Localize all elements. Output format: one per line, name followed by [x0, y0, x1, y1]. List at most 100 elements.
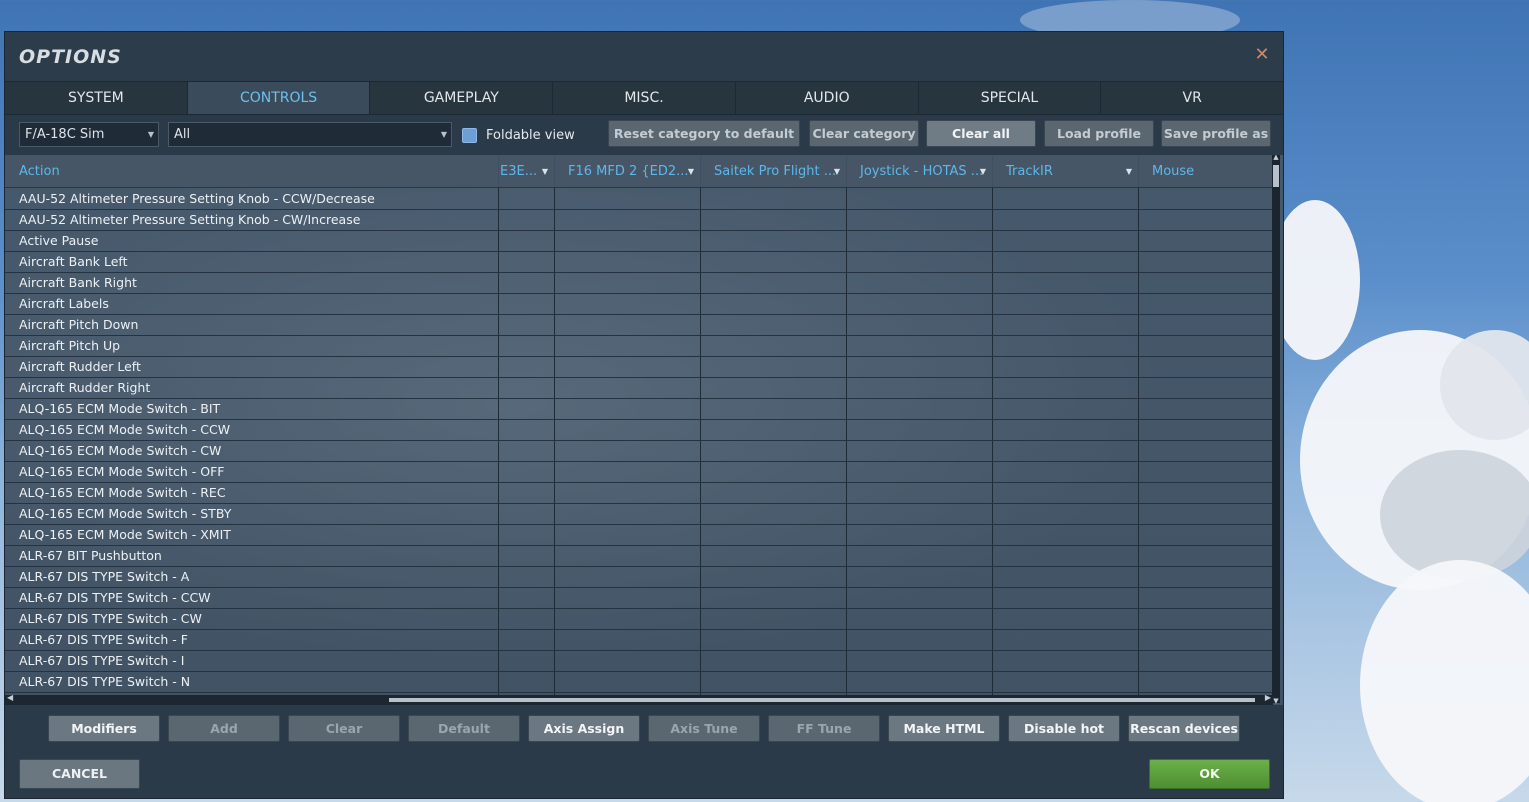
controls-toolbar: F/A-18C Sim ▼ All ▼ Foldable view Reset …: [5, 115, 1283, 153]
chevron-down-icon: ▼: [687, 167, 694, 176]
table-row[interactable]: ALR-67 DIS TYPE Switch - N: [5, 672, 1273, 693]
table-row[interactable]: ALQ-165 ECM Mode Switch - REC: [5, 483, 1273, 504]
disable-hot-plug-button[interactable]: Disable hot plug: [1008, 715, 1120, 761]
table-row[interactable]: ALQ-165 ECM Mode Switch - CW: [5, 441, 1273, 462]
reset-category-button[interactable]: Reset category to default: [608, 120, 800, 147]
column-header-device-5[interactable]: TrackIR ▼: [992, 155, 1138, 188]
tab-audio[interactable]: AUDIO: [736, 82, 919, 114]
table-row[interactable]: ALQ-165 ECM Mode Switch - OFF: [5, 462, 1273, 483]
scroll-down-icon[interactable]: ▼: [1272, 697, 1280, 705]
action-name: ALQ-165 ECM Mode Switch - BIT: [19, 401, 221, 416]
dialog-footer: CANCEL OK: [5, 748, 1283, 798]
axis-tune-button[interactable]: Axis Tune: [648, 715, 760, 742]
action-name: ALR-67 DIS TYPE Switch - I: [19, 653, 185, 668]
action-name: Aircraft Pitch Up: [19, 338, 121, 353]
action-name: AAU-52 Altimeter Pressure Setting Knob -…: [19, 212, 361, 227]
table-row[interactable]: ALR-67 BIT Pushbutton: [5, 546, 1273, 567]
action-name: Aircraft Pitch Down: [19, 317, 139, 332]
ok-button[interactable]: OK: [1149, 759, 1270, 789]
table-row[interactable]: ALR-67 DIS TYPE Switch - CCW: [5, 588, 1273, 609]
column-header-label: F16 MFD 2 {ED2...: [568, 164, 689, 179]
action-name: ALR-67 DIS TYPE Switch - CW: [19, 611, 202, 626]
bindings-grid: Action E3E... ▼ F16 MFD 2 {ED2... ▼ Saitek…: [5, 155, 1283, 705]
table-row[interactable]: ALQ-165 ECM Mode Switch - XMIT: [5, 525, 1273, 546]
table-row[interactable]: ALQ-165 ECM Mode Switch - CCW: [5, 420, 1273, 441]
action-name: ALQ-165 ECM Mode Switch - CCW: [19, 422, 231, 437]
scroll-left-icon[interactable]: ◀: [7, 693, 13, 702]
tab-bar: SYSTEM CONTROLS GAMEPLAY MISC. AUDIO SPE…: [5, 81, 1283, 115]
modifiers-button[interactable]: Modifiers: [48, 715, 160, 742]
aircraft-select-value: F/A-18C Sim: [25, 127, 105, 142]
rescan-devices-button[interactable]: Rescan devices: [1128, 715, 1240, 742]
table-row[interactable]: Aircraft Bank Left: [5, 252, 1273, 273]
table-row[interactable]: ALQ-165 ECM Mode Switch - STBY: [5, 504, 1273, 525]
table-row[interactable]: ALR-67 DIS TYPE Switch - A: [5, 567, 1273, 588]
column-header-action[interactable]: Action: [5, 155, 498, 188]
column-header-device-3[interactable]: Saitek Pro Flight ... ▼: [700, 155, 846, 188]
table-row[interactable]: ALQ-165 ECM Mode Switch - BIT: [5, 399, 1273, 420]
action-name: AAU-52 Altimeter Pressure Setting Knob -…: [19, 191, 375, 206]
tab-system[interactable]: SYSTEM: [5, 82, 188, 114]
vertical-scrollbar[interactable]: ▲ ▼: [1272, 155, 1280, 705]
chevron-down-icon: ▼: [440, 130, 447, 139]
dialog-title: OPTIONS: [19, 46, 122, 68]
table-row[interactable]: Aircraft Rudder Right: [5, 378, 1273, 399]
action-name: Aircraft Bank Right: [19, 275, 137, 290]
action-name: Aircraft Bank Left: [19, 254, 128, 269]
clear-button[interactable]: Clear: [288, 715, 400, 742]
make-html-button[interactable]: Make HTML: [888, 715, 1000, 742]
table-row[interactable]: AAU-52 Altimeter Pressure Setting Knob -…: [5, 210, 1273, 231]
column-header-device-2[interactable]: F16 MFD 2 {ED2... ▼: [554, 155, 700, 188]
action-name: ALR-67 DIS TYPE Switch - N: [19, 674, 191, 689]
column-header-label: Action: [19, 164, 60, 179]
category-select-value: All: [174, 127, 191, 142]
axis-assign-button[interactable]: Axis Assign: [528, 715, 640, 742]
scroll-up-icon[interactable]: ▲: [1272, 155, 1280, 161]
binding-actions-bar: Modifiers Add Clear Default Axis Assign …: [5, 712, 1283, 761]
action-name: ALQ-165 ECM Mode Switch - STBY: [19, 506, 232, 521]
action-name: Active Pause: [19, 233, 99, 248]
save-profile-as-button[interactable]: Save profile as: [1161, 120, 1271, 147]
table-row[interactable]: Aircraft Rudder Left: [5, 357, 1273, 378]
category-select[interactable]: All ▼: [168, 122, 452, 147]
table-row[interactable]: ALR-67 DIS TYPE Switch - F: [5, 630, 1273, 651]
add-button[interactable]: Add: [168, 715, 280, 742]
column-header-label: Joystick - HOTAS ...: [860, 164, 984, 179]
tab-controls[interactable]: CONTROLS: [187, 82, 371, 114]
column-header-device-1[interactable]: E3E... ▼: [498, 155, 554, 188]
scroll-thumb[interactable]: [389, 698, 1255, 702]
chevron-down-icon: ▼: [833, 167, 840, 176]
tab-vr[interactable]: VR: [1101, 82, 1283, 114]
table-row[interactable]: Aircraft Labels: [5, 294, 1273, 315]
table-row[interactable]: Aircraft Bank Right: [5, 273, 1273, 294]
chevron-down-icon: ▼: [1125, 167, 1132, 176]
cancel-button[interactable]: CANCEL: [19, 759, 140, 789]
chevron-down-icon: ▼: [541, 167, 548, 176]
tab-special[interactable]: SPECIAL: [919, 82, 1102, 114]
table-row[interactable]: ALR-67 DIS TYPE Switch - CW: [5, 609, 1273, 630]
action-name: ALR-67 BIT Pushbutton: [19, 548, 162, 563]
table-row[interactable]: Active Pause: [5, 231, 1273, 252]
table-row[interactable]: AAU-52 Altimeter Pressure Setting Knob -…: [5, 189, 1273, 210]
column-header-label: TrackIR: [1006, 164, 1053, 179]
column-header-device-6[interactable]: Mouse: [1138, 155, 1272, 188]
default-button[interactable]: Default: [408, 715, 520, 742]
column-header-device-4[interactable]: Joystick - HOTAS ... ▼: [846, 155, 992, 188]
close-icon[interactable]: ✕: [1251, 44, 1273, 66]
load-profile-button[interactable]: Load profile: [1044, 120, 1154, 147]
clear-all-button[interactable]: Clear all: [926, 120, 1036, 147]
tab-misc[interactable]: MISC.: [553, 82, 736, 114]
table-row[interactable]: Aircraft Pitch Down: [5, 315, 1273, 336]
table-row[interactable]: Aircraft Pitch Up: [5, 336, 1273, 357]
aircraft-select[interactable]: F/A-18C Sim ▼: [19, 122, 159, 147]
scroll-thumb[interactable]: [1273, 165, 1279, 187]
ff-tune-button[interactable]: FF Tune: [768, 715, 880, 742]
action-name: ALR-67 DIS TYPE Switch - A: [19, 569, 190, 584]
foldable-view-checkbox[interactable]: [462, 128, 477, 143]
clear-category-button[interactable]: Clear category: [809, 120, 919, 147]
tab-gameplay[interactable]: GAMEPLAY: [370, 82, 554, 114]
column-header-label: E3E...: [500, 164, 538, 179]
table-row[interactable]: ALR-67 DIS TYPE Switch - I: [5, 651, 1273, 672]
horizontal-scrollbar[interactable]: ◀ ▶: [5, 693, 1273, 705]
scroll-right-icon[interactable]: ▶: [1265, 693, 1271, 702]
